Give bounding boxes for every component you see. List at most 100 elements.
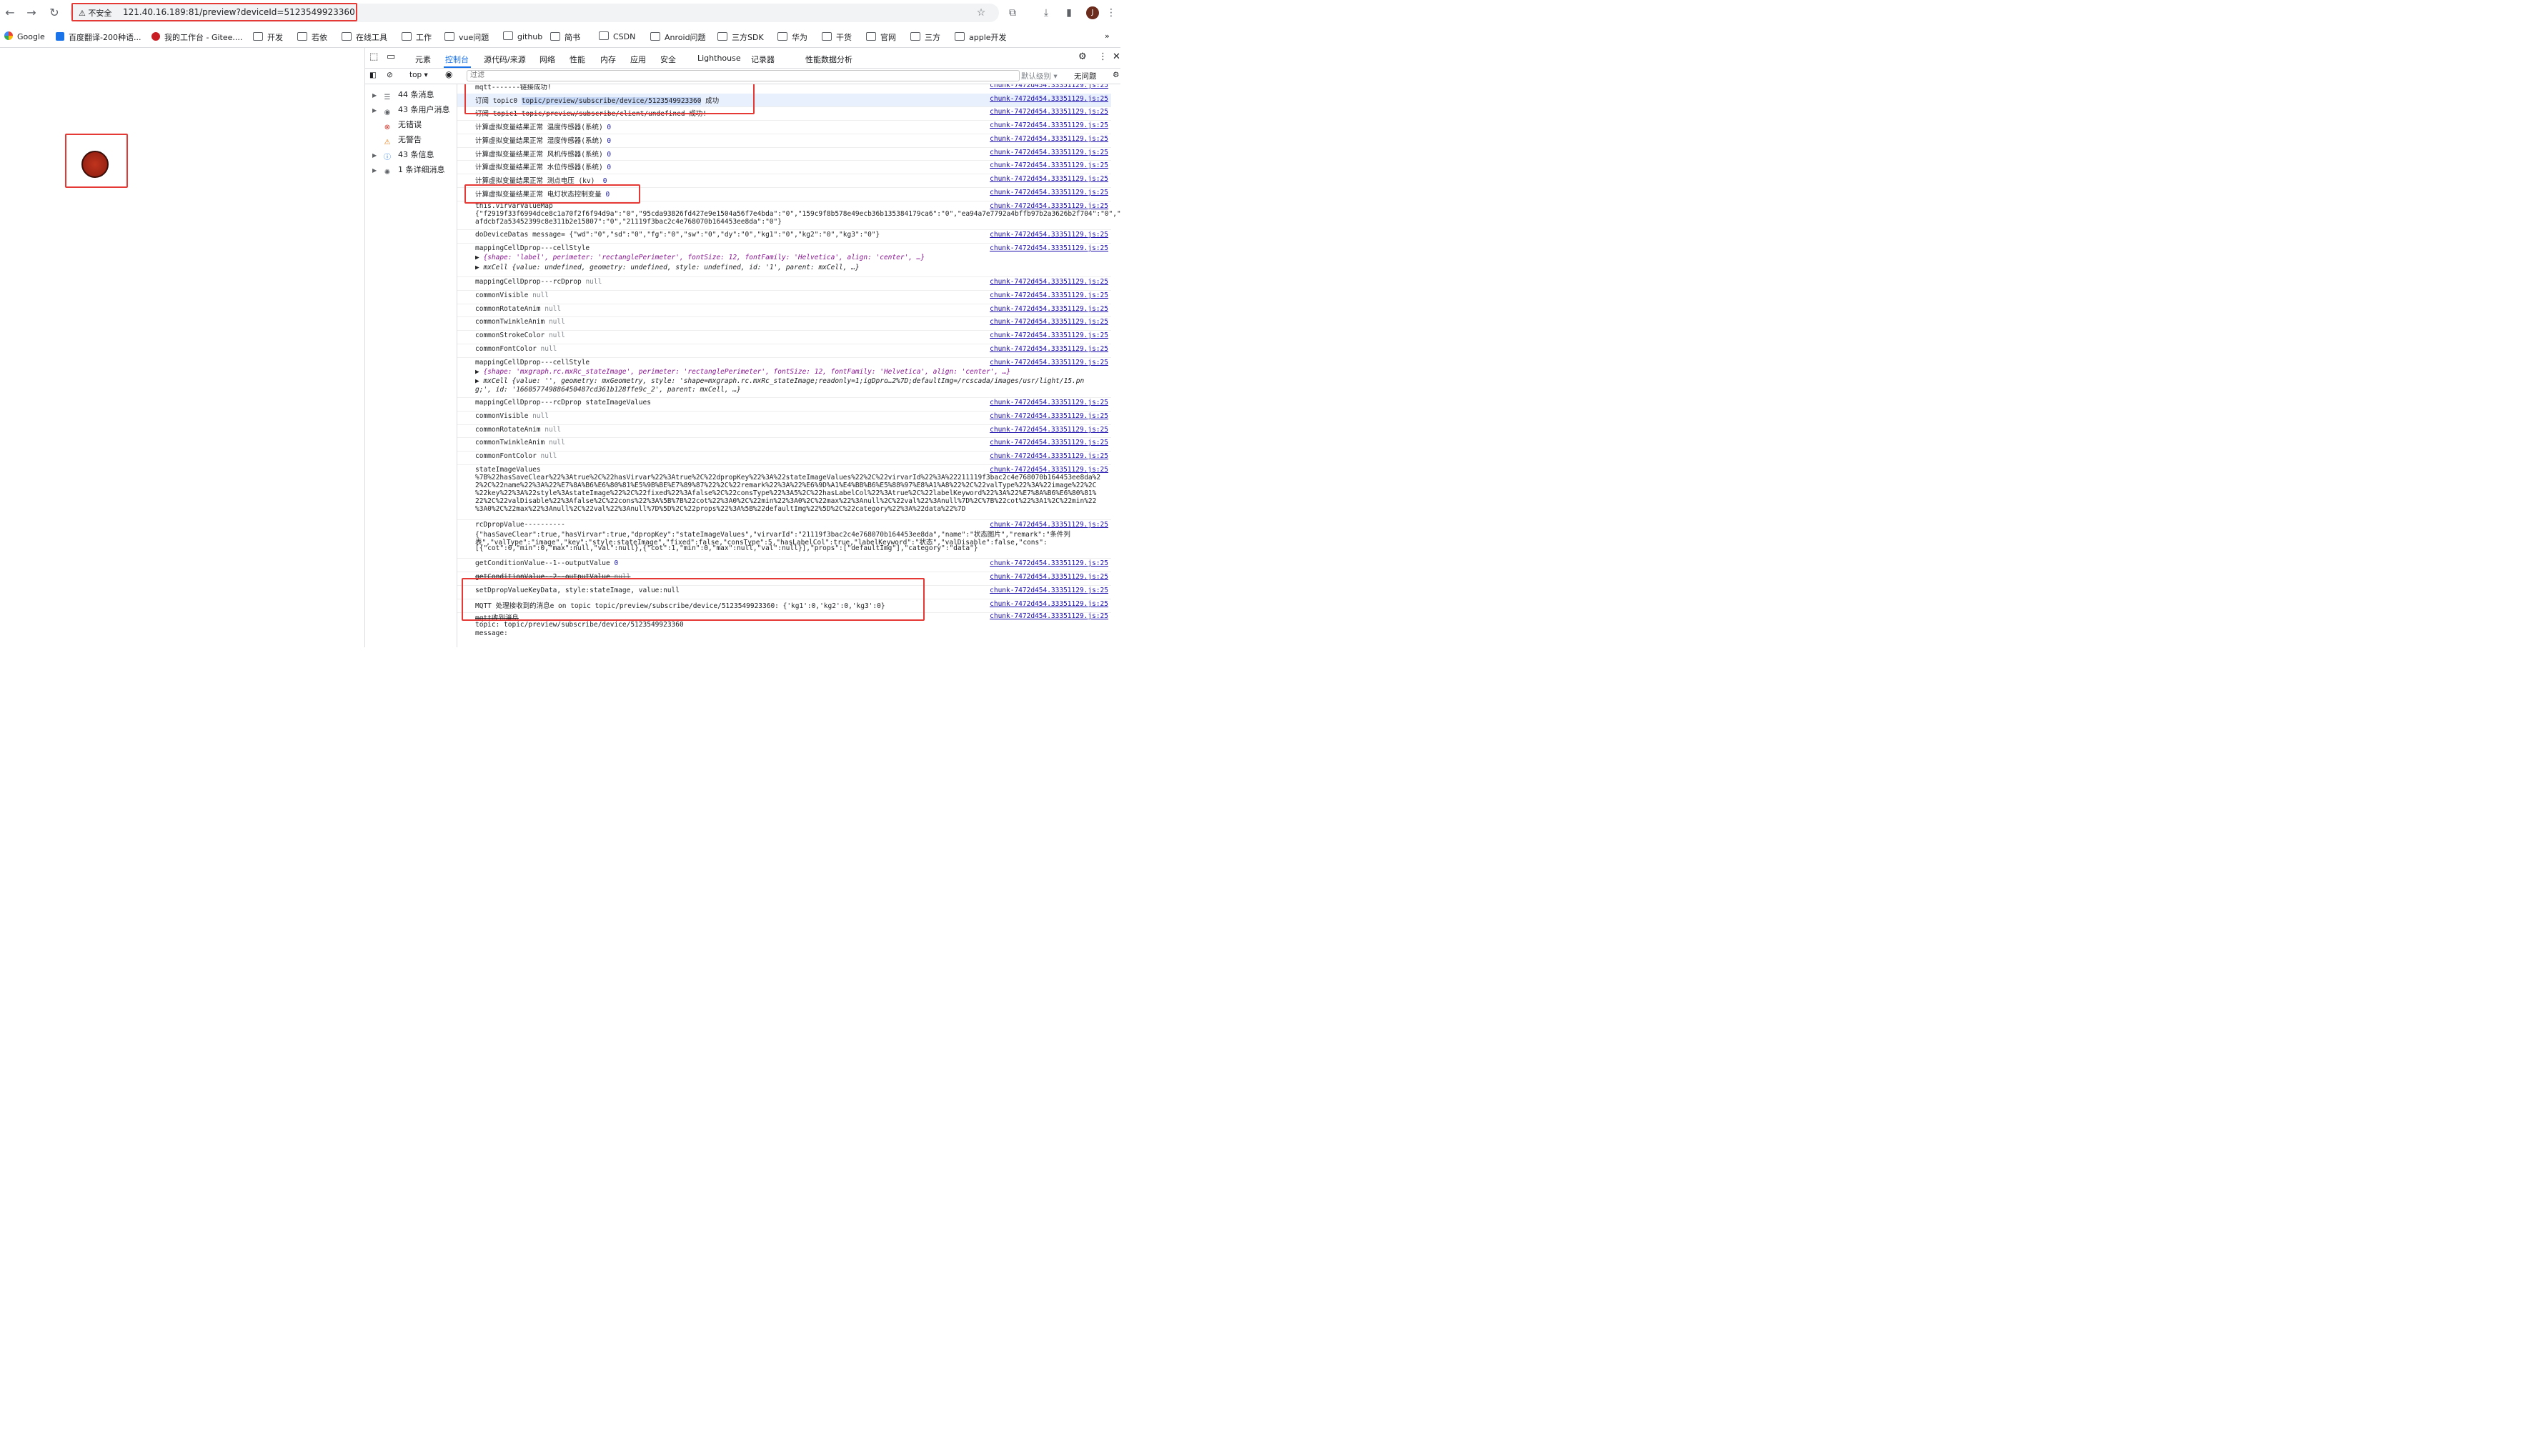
more-options-icon[interactable]: ⋮ (1098, 51, 1108, 62)
tab-6[interactable]: 应用 (630, 54, 646, 65)
log-level-select[interactable]: 默认级别 ▾ (1021, 71, 1058, 81)
download-icon[interactable]: ⤓ (1040, 6, 1053, 19)
bookmark-item[interactable]: vue问题 (444, 31, 489, 43)
tab-1[interactable]: 控制台 (445, 54, 469, 65)
source-link[interactable]: chunk-7472d454.33351129.js:25 (990, 345, 1108, 353)
object-expander[interactable]: ▶ mxCell {value: '', geometry: mxGeometr… (475, 377, 1084, 385)
log-message: 2%2C%22name%22%3A%22%E7%8A%B6%E6%80%81%E… (475, 482, 1097, 489)
source-link[interactable]: chunk-7472d454.33351129.js:25 (990, 108, 1108, 116)
source-link[interactable]: chunk-7472d454.33351129.js:25 (990, 521, 1108, 529)
source-link[interactable]: chunk-7472d454.33351129.js:25 (990, 135, 1108, 143)
close-devtools-icon[interactable]: ✕ (1113, 51, 1120, 62)
source-link[interactable]: chunk-7472d454.33351129.js:25 (990, 412, 1108, 420)
source-link[interactable]: chunk-7472d454.33351129.js:25 (990, 175, 1108, 183)
source-link[interactable]: chunk-7472d454.33351129.js:25 (990, 278, 1108, 286)
sidepanel-icon[interactable]: ▮ (1063, 6, 1075, 19)
back-icon[interactable]: ← (3, 6, 17, 20)
bookmark-item[interactable]: 官网 (866, 31, 896, 43)
forward-icon[interactable]: → (24, 6, 39, 20)
source-link[interactable]: chunk-7472d454.33351129.js:25 (990, 426, 1108, 434)
source-link[interactable]: chunk-7472d454.33351129.js:25 (990, 466, 1108, 474)
bookmark-item[interactable]: 华为 (777, 31, 807, 43)
source-link[interactable]: chunk-7472d454.33351129.js:25 (990, 305, 1108, 313)
bookmark-item[interactable]: Anroid问题 (650, 31, 706, 43)
source-link[interactable]: chunk-7472d454.33351129.js:25 (990, 161, 1108, 169)
source-link[interactable]: chunk-7472d454.33351129.js:25 (990, 573, 1108, 581)
source-link[interactable]: chunk-7472d454.33351129.js:25 (990, 600, 1108, 608)
source-link[interactable]: chunk-7472d454.33351129.js:25 (990, 149, 1108, 156)
bookmark-item[interactable]: 工作 (402, 31, 432, 43)
bookmark-item[interactable]: apple开发 (955, 31, 1007, 43)
tab-4[interactable]: 性能 (570, 54, 585, 65)
bookmark-item[interactable]: Google (4, 31, 45, 41)
source-link[interactable]: chunk-7472d454.33351129.js:25 (990, 244, 1108, 252)
source-link[interactable]: chunk-7472d454.33351129.js:25 (990, 189, 1108, 196)
source-link[interactable]: chunk-7472d454.33351129.js:25 (990, 439, 1108, 447)
tab-8[interactable]: Lighthouse (697, 54, 741, 63)
context-select[interactable]: top ▾ (409, 71, 428, 79)
bookmark-item[interactable]: 开发 (253, 31, 283, 43)
object-expander[interactable]: ▶ {shape: 'mxgraph.rc.mxRc_stateImage', … (475, 368, 1010, 376)
source-link[interactable]: chunk-7472d454.33351129.js:25 (990, 331, 1108, 339)
bookmark-item[interactable]: 在线工具 (342, 31, 387, 43)
bookmark-item[interactable]: 干货 (822, 31, 852, 43)
sidebar-filter-item[interactable]: ▶ ✺ 1 条详细消息 (372, 164, 445, 176)
tab-5[interactable]: 内存 (600, 54, 616, 65)
tab-7[interactable]: 安全 (660, 54, 676, 65)
tab-9[interactable]: 记录器 (751, 54, 775, 65)
source-link[interactable]: chunk-7472d454.33351129.js:25 (990, 291, 1108, 299)
object-expander[interactable]: ▶ mxCell {value: undefined, geometry: un… (475, 264, 860, 271)
clear-console-icon[interactable]: ⊘ (387, 71, 393, 79)
expand-arrow-icon[interactable]: ▶ (372, 152, 379, 159)
sidebar-filter-item[interactable]: ▶ ☰ 44 条消息 (372, 89, 434, 101)
expand-arrow-icon[interactable]: ▶ (372, 92, 379, 99)
bookmark-item[interactable]: 百度翻译-200种语... (56, 31, 141, 43)
tab-3[interactable]: 网络 (539, 54, 555, 65)
bookmark-item[interactable]: github (503, 31, 542, 41)
sidebar-filter-item[interactable]: ▶ ◉ 43 条用户消息 (372, 104, 450, 116)
settings-gear-icon[interactable]: ⚙ (1078, 51, 1087, 62)
bookmark-item[interactable]: 简书 (550, 31, 580, 43)
live-expression-eye-icon[interactable]: ◉ (445, 69, 452, 79)
more-bookmarks-icon[interactable]: » (1105, 31, 1110, 41)
expand-arrow-icon[interactable]: ▶ (372, 167, 379, 174)
console-settings-icon[interactable]: ⚙ (1113, 71, 1119, 79)
inspect-icon[interactable]: ⬚ (369, 51, 378, 62)
sidebar-filter-item[interactable]: ▶ ⓘ 43 条信息 (372, 149, 434, 161)
tab-0[interactable]: 元素 (415, 54, 431, 65)
tab-2[interactable]: 源代码/来源 (484, 54, 526, 65)
source-link[interactable]: chunk-7472d454.33351129.js:25 (990, 612, 1108, 620)
bookmark-item[interactable]: 若依 (297, 31, 327, 43)
expand-arrow-icon[interactable]: ▶ (372, 107, 379, 114)
source-link[interactable]: chunk-7472d454.33351129.js:25 (990, 559, 1108, 567)
sidebar-filter-item[interactable]: ⚠ 无警告 (372, 134, 422, 146)
bookmark-star-icon[interactable]: ☆ (975, 6, 988, 19)
log-message: %7B%22hasSaveClear%22%3Atrue%2C%22hasVir… (475, 474, 1101, 482)
extensions-icon[interactable]: ⧉ (1006, 6, 1019, 19)
source-link[interactable]: chunk-7472d454.33351129.js:25 (990, 359, 1108, 367)
object-expander[interactable]: ▶ {shape: 'label', perimeter: 'rectangle… (475, 254, 925, 261)
bookmark-item[interactable]: 三方SDK (717, 31, 764, 43)
bookmark-item[interactable]: 三方 (910, 31, 940, 43)
menu-icon[interactable]: ⋮ (1105, 6, 1118, 19)
console-filter-input[interactable]: 过滤 (467, 70, 1020, 81)
source-link[interactable]: chunk-7472d454.33351129.js:25 (990, 95, 1108, 103)
source-link[interactable]: chunk-7472d454.33351129.js:25 (990, 452, 1108, 460)
log-null: null (548, 331, 565, 339)
reload-icon[interactable]: ↻ (47, 6, 61, 20)
source-link[interactable]: chunk-7472d454.33351129.js:25 (990, 121, 1108, 129)
source-link[interactable]: chunk-7472d454.33351129.js:25 (990, 202, 1108, 210)
source-link[interactable]: chunk-7472d454.33351129.js:25 (990, 318, 1108, 326)
issues-button[interactable]: 无问题 (1074, 71, 1097, 81)
sidebar-filter-item[interactable]: ⊗ 无错误 (372, 119, 422, 131)
bookmark-item[interactable]: CSDN (599, 31, 635, 41)
source-link[interactable]: chunk-7472d454.33351129.js:25 (990, 587, 1108, 594)
tab-10[interactable]: 性能数据分析 (805, 54, 852, 65)
source-link[interactable]: chunk-7472d454.33351129.js:25 (990, 399, 1108, 407)
bookmark-item[interactable]: 我的工作台 - Gitee.... (151, 31, 242, 43)
source-link[interactable]: chunk-7472d454.33351129.js:25 (990, 84, 1108, 89)
avatar[interactable]: J (1086, 6, 1099, 19)
sidebar-toggle-icon[interactable]: ◧ (369, 71, 377, 79)
device-toggle-icon[interactable]: ▭ (387, 51, 395, 62)
source-link[interactable]: chunk-7472d454.33351129.js:25 (990, 231, 1108, 239)
